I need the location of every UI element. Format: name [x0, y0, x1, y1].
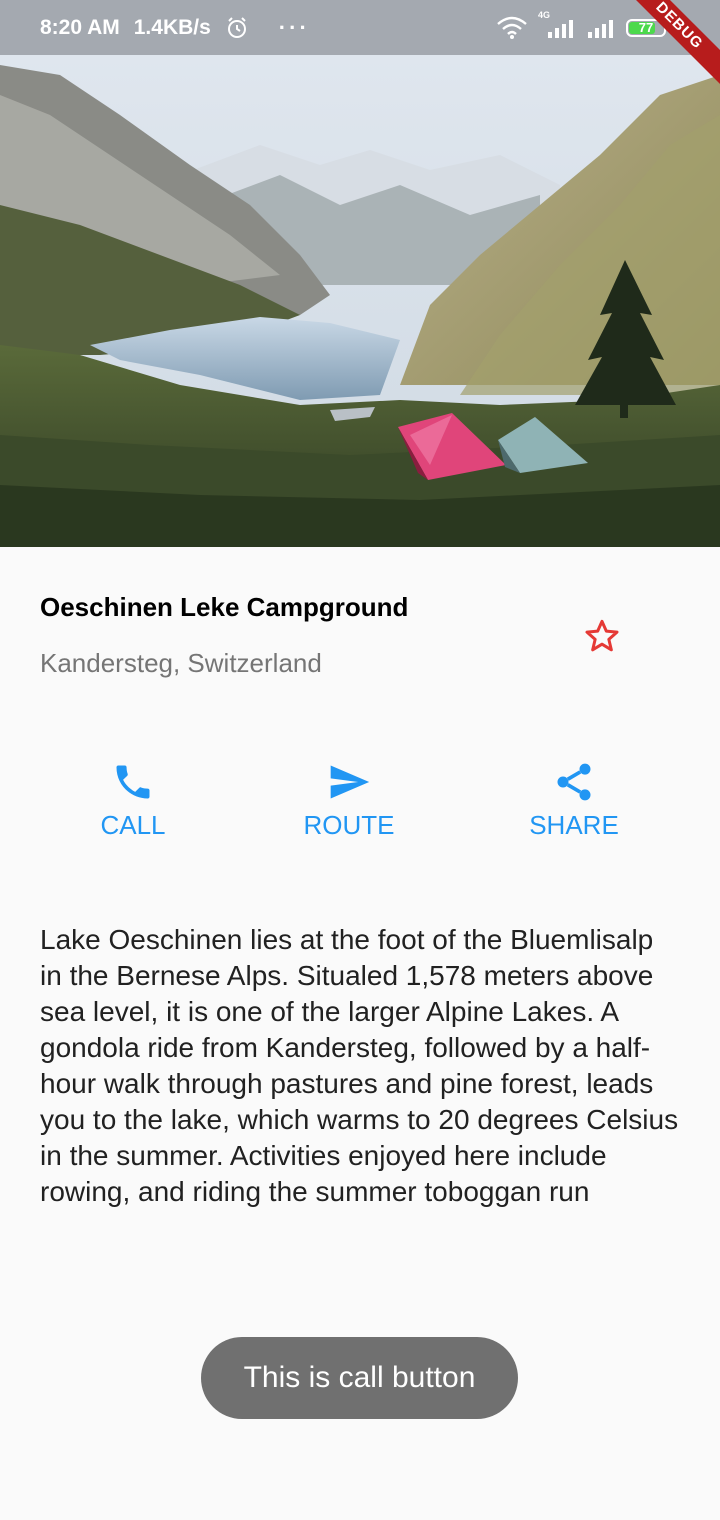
call-button[interactable]: CALL	[53, 760, 213, 841]
send-icon	[330, 765, 370, 799]
status-left: 8:20 AM 1.4KB/s ···	[40, 0, 310, 55]
action-row: CALL ROUTE SHARE	[0, 760, 720, 850]
alarm-icon	[227, 16, 246, 38]
landscape-illustration	[0, 55, 720, 547]
star-outline-icon	[585, 619, 619, 652]
wifi-icon	[497, 16, 527, 39]
network-speed: 1.4KB/s	[133, 16, 211, 39]
route-button[interactable]: ROUTE	[269, 760, 429, 841]
status-bar: 8:20 AM 1.4KB/s ··· 4G 77 DEBUG	[0, 0, 720, 88]
more-indicator: ···	[278, 15, 310, 40]
route-label: ROUTE	[303, 810, 395, 840]
signal-icon-2	[588, 19, 613, 38]
place-description: Lake Oeschinen lies at the foot of the B…	[40, 924, 679, 1207]
title-section: Oeschinen Leke Campground Kandersteg, Sw…	[40, 584, 680, 694]
hero-image	[0, 55, 720, 547]
phone-icon	[116, 765, 150, 799]
share-label: SHARE	[529, 810, 619, 840]
share-icon	[557, 763, 591, 801]
call-label: CALL	[100, 810, 166, 840]
cellular-4g: 4G	[538, 10, 576, 40]
toast-message: This is call button	[201, 1337, 518, 1419]
favorite-button[interactable]	[580, 614, 624, 658]
status-time: 8:20 AM	[40, 16, 120, 39]
share-button[interactable]: SHARE	[494, 760, 654, 841]
place-title: Oeschinen Leke Campground	[40, 592, 409, 622]
place-location: Kandersteg, Switzerland	[40, 648, 322, 678]
status-right: 4G 77	[496, 0, 666, 55]
signal-icon	[548, 19, 573, 38]
